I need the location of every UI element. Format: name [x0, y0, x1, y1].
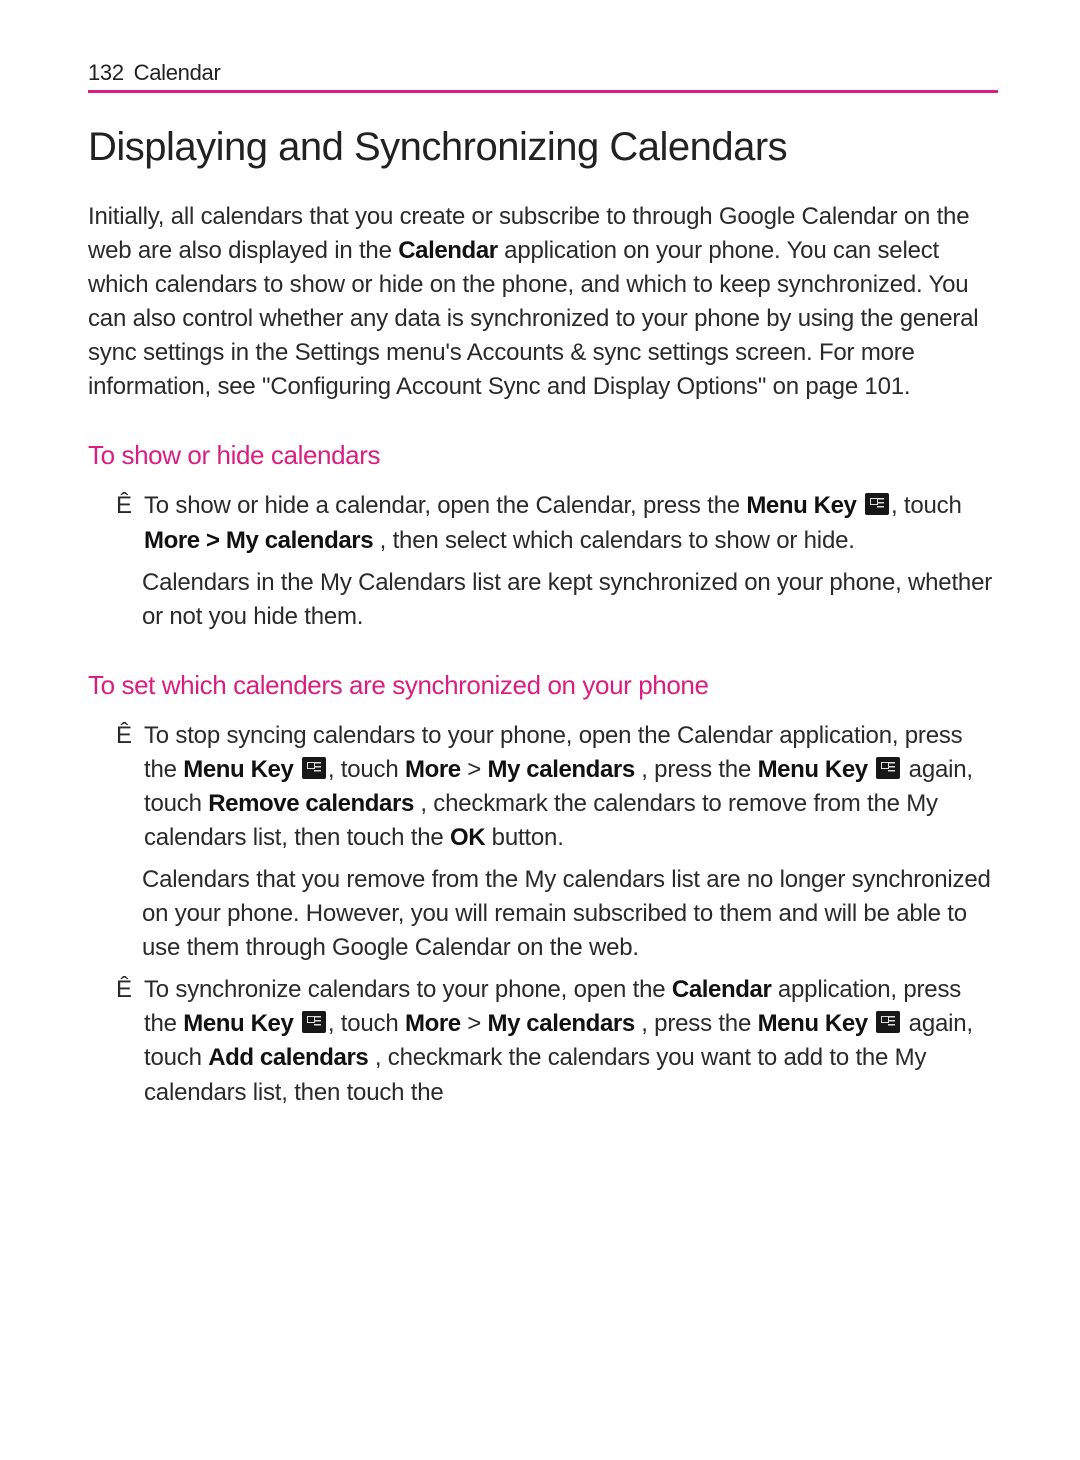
- remove-calendars-label: Remove calendars: [208, 790, 414, 817]
- more-label: More: [405, 1010, 461, 1037]
- menu-key-label: Menu Key: [746, 492, 856, 519]
- page-header: 132 Calendar: [88, 60, 998, 93]
- my-calendars-label: My calendars: [488, 756, 635, 783]
- menu-key-label: Menu Key: [183, 756, 293, 783]
- menu-key-icon: [876, 1011, 900, 1033]
- calendar-app-name: Calendar: [672, 976, 772, 1003]
- section-heading-show-hide: To show or hide calendars: [88, 440, 998, 471]
- text: , press the: [635, 756, 758, 783]
- bullet-marker: Ê: [116, 489, 132, 523]
- text: , touch: [891, 492, 962, 519]
- section-heading-sync: To set which calenders are synchronized …: [88, 670, 998, 701]
- bullet-marker: Ê: [116, 973, 132, 1007]
- text: [868, 1010, 874, 1037]
- my-calendars-label: My calendars: [488, 1010, 635, 1037]
- text: [857, 492, 863, 519]
- menu-key-label: Menu Key: [183, 1010, 293, 1037]
- intro-paragraph: Initially, all calendars that you create…: [88, 200, 998, 404]
- manual-page: 132 Calendar Displaying and Synchronizin…: [0, 0, 1080, 1178]
- text: To show or hide a calendar, open the Cal…: [144, 492, 746, 519]
- page-title: Displaying and Synchronizing Calendars: [88, 125, 998, 170]
- text: , then select which calendars to show or…: [373, 527, 855, 554]
- bullet-continuation: Calendars in the My Calendars list are k…: [142, 566, 998, 634]
- text: To synchronize calendars to your phone, …: [144, 976, 672, 1003]
- ok-button-label: OK: [450, 824, 485, 851]
- menu-key-label: Menu Key: [758, 1010, 868, 1037]
- text: >: [461, 1010, 488, 1037]
- menu-key-icon: [865, 493, 889, 515]
- add-calendars-label: Add calendars: [208, 1044, 368, 1071]
- text: [293, 1010, 299, 1037]
- bullet-item: Ê To show or hide a calendar, open the C…: [116, 489, 998, 557]
- calendar-app-name: Calendar: [398, 237, 498, 264]
- menu-key-icon: [302, 1011, 326, 1033]
- bullet-marker: Ê: [116, 719, 132, 753]
- bullet-group-1: Ê To show or hide a calendar, open the C…: [116, 489, 998, 633]
- text: [868, 756, 874, 783]
- menu-key-label: Menu Key: [758, 756, 868, 783]
- menu-key-icon: [302, 757, 326, 779]
- text: button.: [485, 824, 563, 851]
- nav-path: More > My calendars: [144, 527, 373, 554]
- menu-key-icon: [876, 757, 900, 779]
- more-label: More: [405, 756, 461, 783]
- bullet-item: Ê To stop syncing calendars to your phon…: [116, 719, 998, 855]
- bullet-continuation: Calendars that you remove from the My ca…: [142, 863, 998, 965]
- section-name: Calendar: [134, 60, 221, 85]
- text: , press the: [635, 1010, 758, 1037]
- bullet-item: Ê To synchronize calendars to your phone…: [116, 973, 998, 1109]
- text: , touch: [328, 756, 405, 783]
- page-number: 132: [88, 60, 124, 85]
- text: [293, 756, 299, 783]
- bullet-group-2: Ê To stop syncing calendars to your phon…: [116, 719, 998, 1110]
- text: , touch: [328, 1010, 405, 1037]
- text: >: [461, 756, 488, 783]
